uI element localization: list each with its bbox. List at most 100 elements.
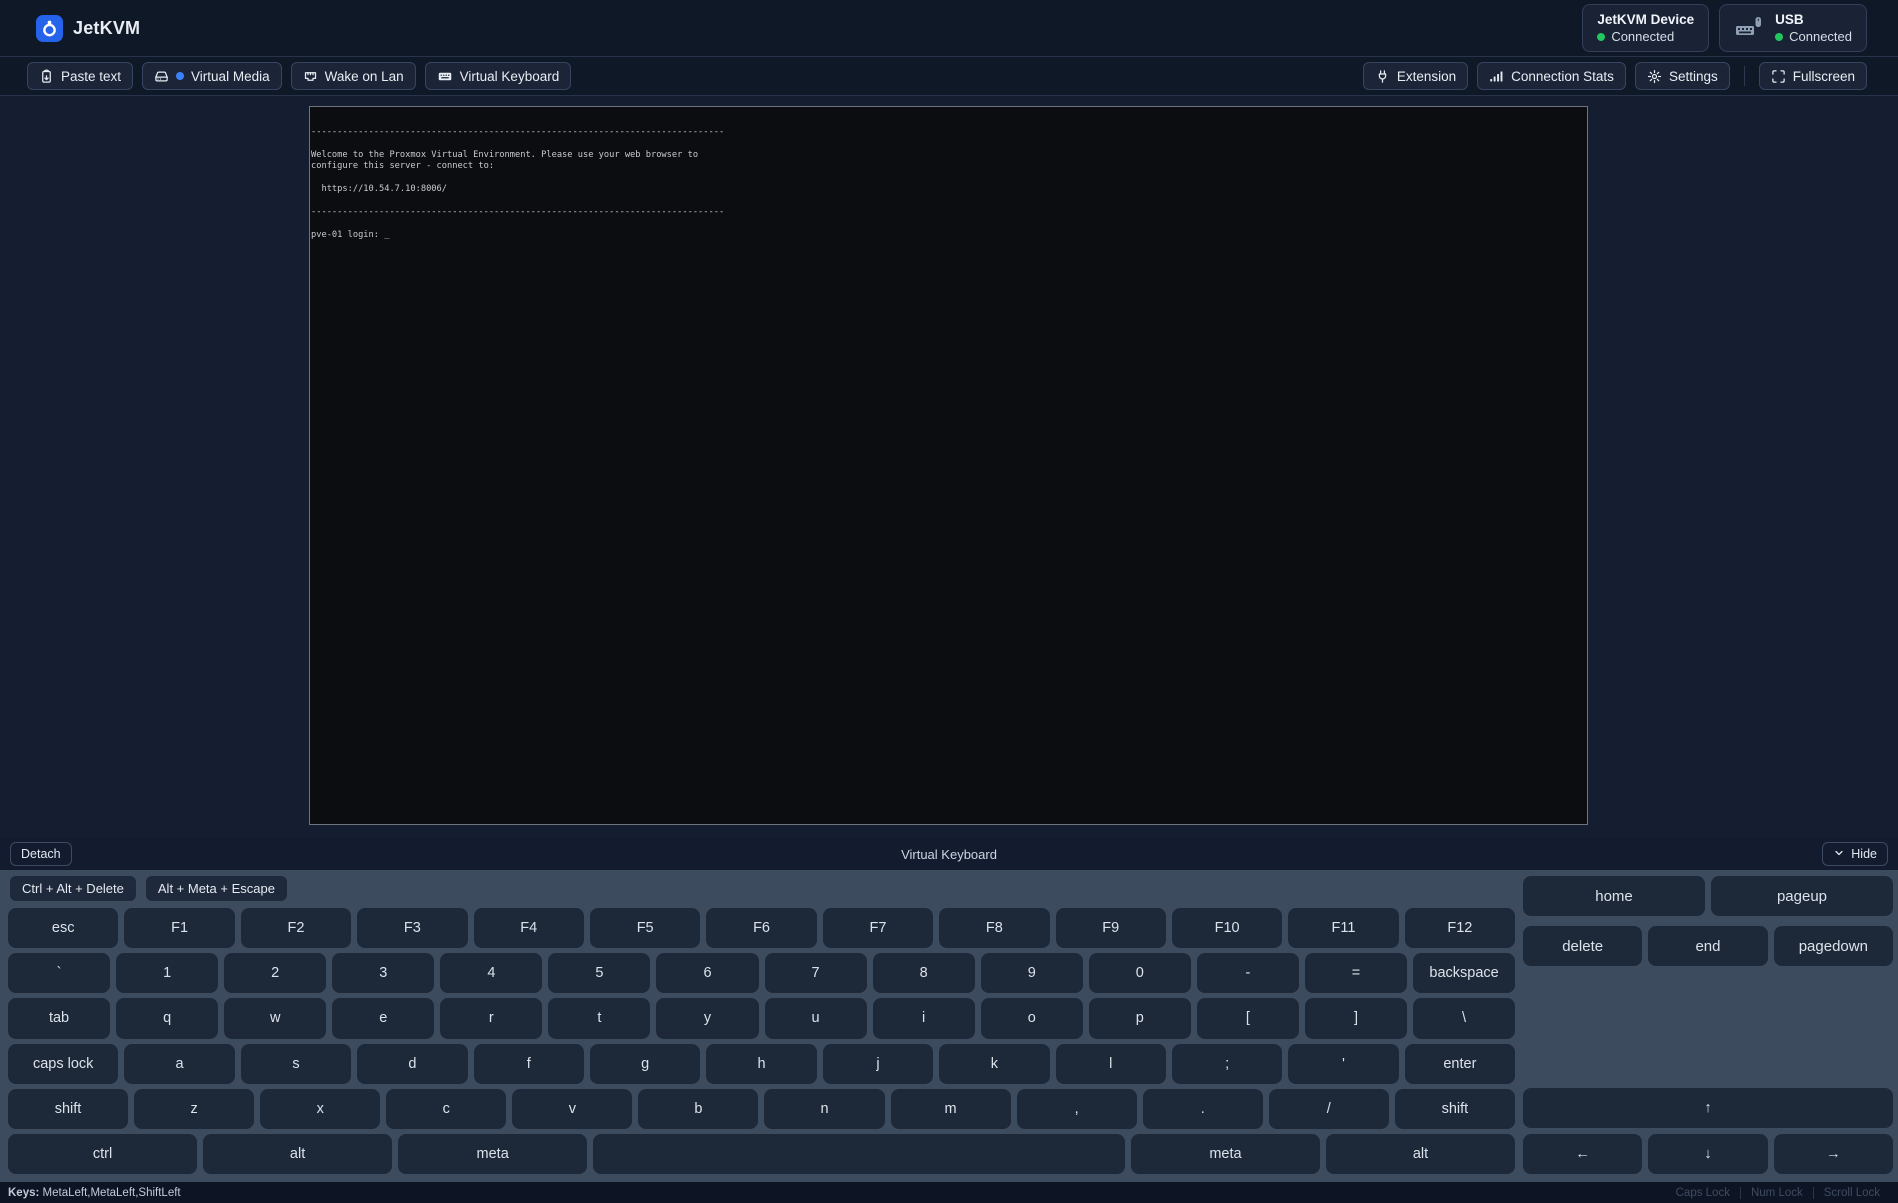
device-status-card[interactable]: JetKVM Device Connected [1582, 4, 1709, 52]
key-alt[interactable]: alt [1326, 1134, 1515, 1174]
key-1[interactable]: 1 [116, 953, 218, 993]
key-F3[interactable]: F3 [357, 908, 467, 948]
remote-screen[interactable]: ----------------------------------------… [309, 106, 1588, 825]
key-end[interactable]: end [1648, 926, 1767, 966]
key-v[interactable]: v [512, 1089, 632, 1129]
key-=[interactable]: = [1305, 953, 1407, 993]
key-5[interactable]: 5 [548, 953, 650, 993]
lan-port-icon [303, 69, 318, 84]
shortcut-ctrl-alt-delete[interactable]: Ctrl + Alt + Delete [10, 876, 136, 901]
key-t[interactable]: t [548, 998, 650, 1038]
key-z[interactable]: z [134, 1089, 254, 1129]
key-delete[interactable]: delete [1523, 926, 1642, 966]
key-meta[interactable]: meta [1131, 1134, 1320, 1174]
key-y[interactable]: y [656, 998, 758, 1038]
key-0[interactable]: 0 [1089, 953, 1191, 993]
shortcut-alt-meta-escape[interactable]: Alt + Meta + Escape [146, 876, 287, 901]
key-caps lock[interactable]: caps lock [8, 1044, 118, 1084]
key-,[interactable]: , [1017, 1089, 1137, 1129]
key-e[interactable]: e [332, 998, 434, 1038]
key-backspace[interactable]: backspace [1413, 953, 1515, 993]
key-shift[interactable]: shift [1395, 1089, 1515, 1129]
key-enter[interactable]: enter [1405, 1044, 1515, 1084]
key-d[interactable]: d [357, 1044, 467, 1084]
virtual-media-button[interactable]: Virtual Media [142, 62, 282, 90]
key-g[interactable]: g [590, 1044, 700, 1084]
key-s[interactable]: s [241, 1044, 351, 1084]
wake-on-lan-button[interactable]: Wake on Lan [291, 62, 416, 90]
key-8[interactable]: 8 [873, 953, 975, 993]
key-m[interactable]: m [891, 1089, 1011, 1129]
key-tab[interactable]: tab [8, 998, 110, 1038]
key-F4[interactable]: F4 [474, 908, 584, 948]
key-ctrl[interactable]: ctrl [8, 1134, 197, 1174]
device-status-dot-icon [1597, 33, 1605, 41]
key-3[interactable]: 3 [332, 953, 434, 993]
paste-text-button[interactable]: Paste text [27, 62, 133, 90]
key-n[interactable]: n [764, 1089, 884, 1129]
key-h[interactable]: h [706, 1044, 816, 1084]
key-i[interactable]: i [873, 998, 975, 1038]
key-2[interactable]: 2 [224, 953, 326, 993]
key-F11[interactable]: F11 [1288, 908, 1398, 948]
fullscreen-button[interactable]: Fullscreen [1759, 62, 1867, 90]
key-j[interactable]: j [823, 1044, 933, 1084]
key-6[interactable]: 6 [656, 953, 758, 993]
key-arrow-right[interactable]: → [1774, 1134, 1893, 1174]
key-][interactable]: ] [1305, 998, 1407, 1038]
key-;[interactable]: ; [1172, 1044, 1282, 1084]
key-'[interactable]: ' [1288, 1044, 1398, 1084]
key-a[interactable]: a [124, 1044, 234, 1084]
key-.[interactable]: . [1143, 1089, 1263, 1129]
keys-value: MetaLeft,MetaLeft,ShiftLeft [43, 1187, 181, 1199]
key-/[interactable]: / [1269, 1089, 1389, 1129]
key-k[interactable]: k [939, 1044, 1049, 1084]
virtual-keyboard-button[interactable]: Virtual Keyboard [425, 62, 572, 90]
usb-status-card[interactable]: USB Connected [1719, 4, 1867, 52]
key-c[interactable]: c [386, 1089, 506, 1129]
key-[[interactable]: [ [1197, 998, 1299, 1038]
key-7[interactable]: 7 [765, 953, 867, 993]
key-shift[interactable]: shift [8, 1089, 128, 1129]
key--[interactable]: - [1197, 953, 1299, 993]
key-p[interactable]: p [1089, 998, 1191, 1038]
key-F5[interactable]: F5 [590, 908, 700, 948]
key-\[interactable]: \ [1413, 998, 1515, 1038]
key-F1[interactable]: F1 [124, 908, 234, 948]
key-pageup[interactable]: pageup [1711, 876, 1893, 916]
key-alt[interactable]: alt [203, 1134, 392, 1174]
key-9[interactable]: 9 [981, 953, 1083, 993]
key-x[interactable]: x [260, 1089, 380, 1129]
key-pagedown[interactable]: pagedown [1774, 926, 1893, 966]
key-F7[interactable]: F7 [823, 908, 933, 948]
key-4[interactable]: 4 [440, 953, 542, 993]
paste-text-label: Paste text [61, 69, 121, 84]
key-F9[interactable]: F9 [1056, 908, 1166, 948]
key-meta[interactable]: meta [398, 1134, 587, 1174]
key-space[interactable] [593, 1134, 1125, 1174]
key-F12[interactable]: F12 [1405, 908, 1515, 948]
extension-button[interactable]: Extension [1363, 62, 1468, 90]
key-F2[interactable]: F2 [241, 908, 351, 948]
key-f[interactable]: f [474, 1044, 584, 1084]
key-q[interactable]: q [116, 998, 218, 1038]
connection-stats-button[interactable]: Connection Stats [1477, 62, 1626, 90]
key-F10[interactable]: F10 [1172, 908, 1282, 948]
key-F8[interactable]: F8 [939, 908, 1049, 948]
key-`[interactable]: ` [8, 953, 110, 993]
settings-button[interactable]: Settings [1635, 62, 1730, 90]
detach-button[interactable]: Detach [10, 842, 72, 866]
key-esc[interactable]: esc [8, 908, 118, 948]
key-u[interactable]: u [765, 998, 867, 1038]
hide-button[interactable]: Hide [1822, 842, 1888, 866]
key-w[interactable]: w [224, 998, 326, 1038]
key-b[interactable]: b [638, 1089, 758, 1129]
key-F6[interactable]: F6 [706, 908, 816, 948]
key-home[interactable]: home [1523, 876, 1705, 916]
key-r[interactable]: r [440, 998, 542, 1038]
key-arrow-up[interactable]: ↑ [1523, 1088, 1893, 1128]
key-arrow-down[interactable]: ↓ [1648, 1134, 1767, 1174]
key-o[interactable]: o [981, 998, 1083, 1038]
key-arrow-left[interactable]: ← [1523, 1134, 1642, 1174]
key-l[interactable]: l [1056, 1044, 1166, 1084]
